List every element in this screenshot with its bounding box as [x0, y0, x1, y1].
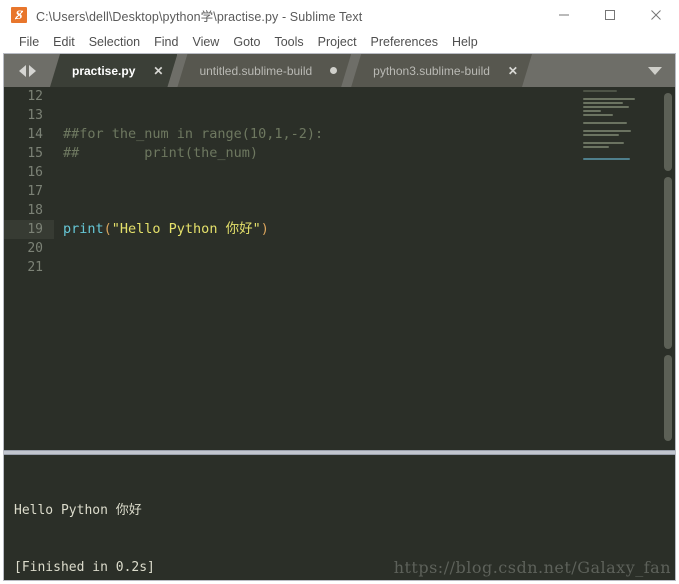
scrollbar-thumb-lower[interactable]	[664, 355, 672, 441]
code-token: (	[103, 221, 112, 237]
menu-item-preferences[interactable]: Preferences	[364, 33, 445, 51]
tab-unsaved-dot-icon[interactable]	[330, 67, 337, 74]
scrollbar-thumb-middle[interactable]	[664, 177, 672, 349]
minimap-line	[583, 122, 627, 124]
menu-item-edit[interactable]: Edit	[46, 33, 82, 51]
menu-item-selection[interactable]: Selection	[82, 33, 147, 51]
code-token: )	[260, 221, 269, 237]
build-output-panel[interactable]: Hello Python 你好 [Finished in 0.2s] https…	[4, 455, 675, 579]
minimize-icon	[559, 14, 569, 16]
close-icon	[651, 10, 661, 20]
code-line-text[interactable]: print("Hello Python 你好")	[54, 220, 675, 239]
menu-item-file[interactable]: File	[12, 33, 46, 51]
code-line-text[interactable]: ## print(the_num)	[54, 144, 675, 163]
menu-item-find[interactable]: Find	[147, 33, 185, 51]
tab-nav-arrows[interactable]	[4, 54, 50, 87]
code-line[interactable]: 14 ##for the_num in range(10,1,-2):	[4, 125, 675, 144]
menu-item-project[interactable]: Project	[311, 33, 364, 51]
vertical-scrollbar[interactable]	[663, 87, 673, 450]
minimap-line	[583, 110, 601, 112]
minimap-line	[583, 102, 623, 104]
sublime-text-window: S C:\Users\dell\Desktop\python学\practise…	[0, 0, 679, 584]
minimap-line	[583, 130, 631, 132]
console-line: Hello Python 你好	[14, 503, 142, 518]
minimap-line	[583, 106, 629, 108]
code-line[interactable]: 21	[4, 258, 675, 277]
watermark-text: https://blog.csdn.net/Galaxy_fan	[393, 558, 671, 577]
window-title: C:\Users\dell\Desktop\python学\practise.p…	[36, 9, 363, 24]
line-number: 18	[27, 203, 43, 218]
code-token: ##for the_num in range(10,1,-2):	[63, 126, 324, 142]
code-token: ## print(the_num)	[63, 145, 259, 161]
title-bar: S C:\Users\dell\Desktop\python学\practise…	[0, 0, 679, 30]
arrow-left-icon[interactable]	[18, 64, 26, 77]
minimap-line	[583, 158, 630, 160]
tab-close-icon[interactable]: ✕	[153, 65, 163, 77]
maximize-icon	[605, 10, 615, 20]
line-number: 16	[27, 165, 43, 180]
tab-label: untitled.sublime-build	[199, 63, 313, 78]
menu-item-tools[interactable]: Tools	[267, 33, 310, 51]
tab-label: python3.sublime-build	[373, 63, 490, 78]
tab-python3-sublime-build[interactable]: python3.sublime-build ✕	[351, 54, 532, 87]
code-token: "Hello Python 你好"	[111, 221, 261, 237]
code-token: print	[63, 221, 104, 237]
chevron-down-icon	[648, 66, 662, 75]
line-number: 13	[27, 108, 43, 123]
minimap-line	[583, 98, 635, 100]
minimize-button[interactable]	[541, 0, 587, 30]
line-number: 14	[27, 127, 43, 142]
window-frame: practise.py ✕ untitled.sublime-build python…	[3, 53, 676, 581]
minimap-line	[583, 146, 609, 148]
line-number: 12	[27, 89, 43, 104]
minimap-line	[583, 114, 613, 116]
tab-close-icon[interactable]: ✕	[508, 65, 518, 77]
line-number: 21	[27, 260, 43, 275]
code-editor[interactable]: ##for the_num in range(10,1,-2): 12 13 14 #…	[4, 87, 675, 450]
line-number: 17	[27, 184, 43, 199]
menu-bar: File Edit Selection Find View Goto Tools Projec…	[0, 30, 679, 53]
tab-label: practise.py	[72, 63, 136, 78]
app-icon-letter: S	[15, 7, 23, 22]
code-lines[interactable]: 12 13 14 ##for the_num in range(10,1,-2): 15…	[4, 87, 675, 450]
code-line[interactable]: 16	[4, 163, 675, 182]
sublime-app-icon: S	[11, 7, 27, 23]
minimap-line	[583, 142, 624, 144]
line-number: 19	[4, 220, 54, 239]
code-line[interactable]: 12	[4, 87, 675, 106]
scrollbar-thumb-upper[interactable]	[664, 93, 672, 171]
arrow-right-icon[interactable]	[28, 64, 36, 77]
line-number: 20	[27, 241, 43, 256]
minimap-line	[583, 134, 619, 136]
menu-item-view[interactable]: View	[185, 33, 226, 51]
tab-list: practise.py ✕ untitled.sublime-build python…	[50, 54, 532, 87]
code-line[interactable]: 20	[4, 239, 675, 258]
window-controls	[541, 0, 679, 30]
code-line[interactable]: 18	[4, 201, 675, 220]
code-line[interactable]: 19 print("Hello Python 你好")	[4, 220, 675, 239]
line-number: 15	[27, 146, 43, 161]
minimap[interactable]	[583, 87, 661, 450]
minimap-line	[583, 90, 617, 92]
maximize-button[interactable]	[587, 0, 633, 30]
menu-item-help[interactable]: Help	[445, 33, 485, 51]
tab-overflow-button[interactable]	[635, 54, 675, 87]
tab-untitled-sublime-build[interactable]: untitled.sublime-build	[177, 54, 351, 87]
tab-practise-py[interactable]: practise.py ✕	[50, 54, 177, 87]
menu-item-goto[interactable]: Goto	[226, 33, 267, 51]
close-button[interactable]	[633, 0, 679, 30]
code-line[interactable]: 15 ## print(the_num)	[4, 144, 675, 163]
code-line[interactable]: 13	[4, 106, 675, 125]
code-line-text[interactable]: ##for the_num in range(10,1,-2):	[54, 125, 675, 144]
code-line[interactable]: 17	[4, 182, 675, 201]
tab-bar: practise.py ✕ untitled.sublime-build python…	[4, 54, 675, 87]
